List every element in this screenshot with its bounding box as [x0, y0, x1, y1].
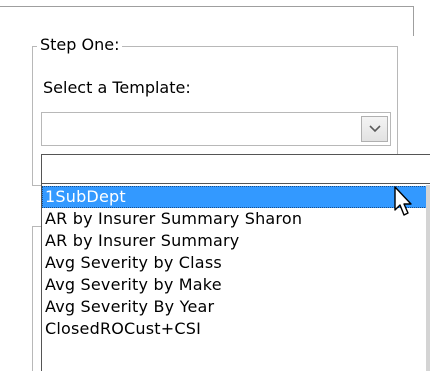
step-one-title: Step One: — [37, 35, 123, 55]
combo-dropdown-button[interactable] — [361, 116, 388, 142]
mouse-pointer-icon — [394, 186, 412, 216]
dropdown-edit-field[interactable] — [42, 155, 430, 184]
list-item-ar-by-insurer-summary-sharon[interactable]: AR by Insurer Summary Sharon — [42, 208, 430, 230]
list-item-avg-severity-by-make[interactable]: Avg Severity by Make — [42, 274, 430, 296]
list-item-1subdept[interactable]: 1SubDept — [42, 186, 430, 208]
list-scrollbar-edge[interactable] — [426, 185, 430, 371]
list-item-avg-severity-by-class[interactable]: Avg Severity by Class — [42, 252, 430, 274]
panel-right-border — [413, 6, 414, 36]
template-dropdown-list[interactable]: 1SubDept AR by Insurer Summary Sharon AR… — [41, 154, 430, 371]
template-list: 1SubDept AR by Insurer Summary Sharon AR… — [42, 186, 430, 340]
panel-top-border — [0, 6, 414, 7]
chevron-down-icon — [369, 125, 381, 133]
template-dialog: Step One: Select a Template: 1SubDept AR… — [0, 0, 430, 371]
list-item-closedrocust-csi[interactable]: ClosedROCust+CSI — [42, 318, 430, 340]
list-item-ar-by-insurer-summary[interactable]: AR by Insurer Summary — [42, 230, 430, 252]
template-combobox[interactable] — [41, 112, 391, 146]
list-item-avg-severity-by-year[interactable]: Avg Severity By Year — [42, 296, 430, 318]
select-template-label: Select a Template: — [43, 78, 191, 97]
